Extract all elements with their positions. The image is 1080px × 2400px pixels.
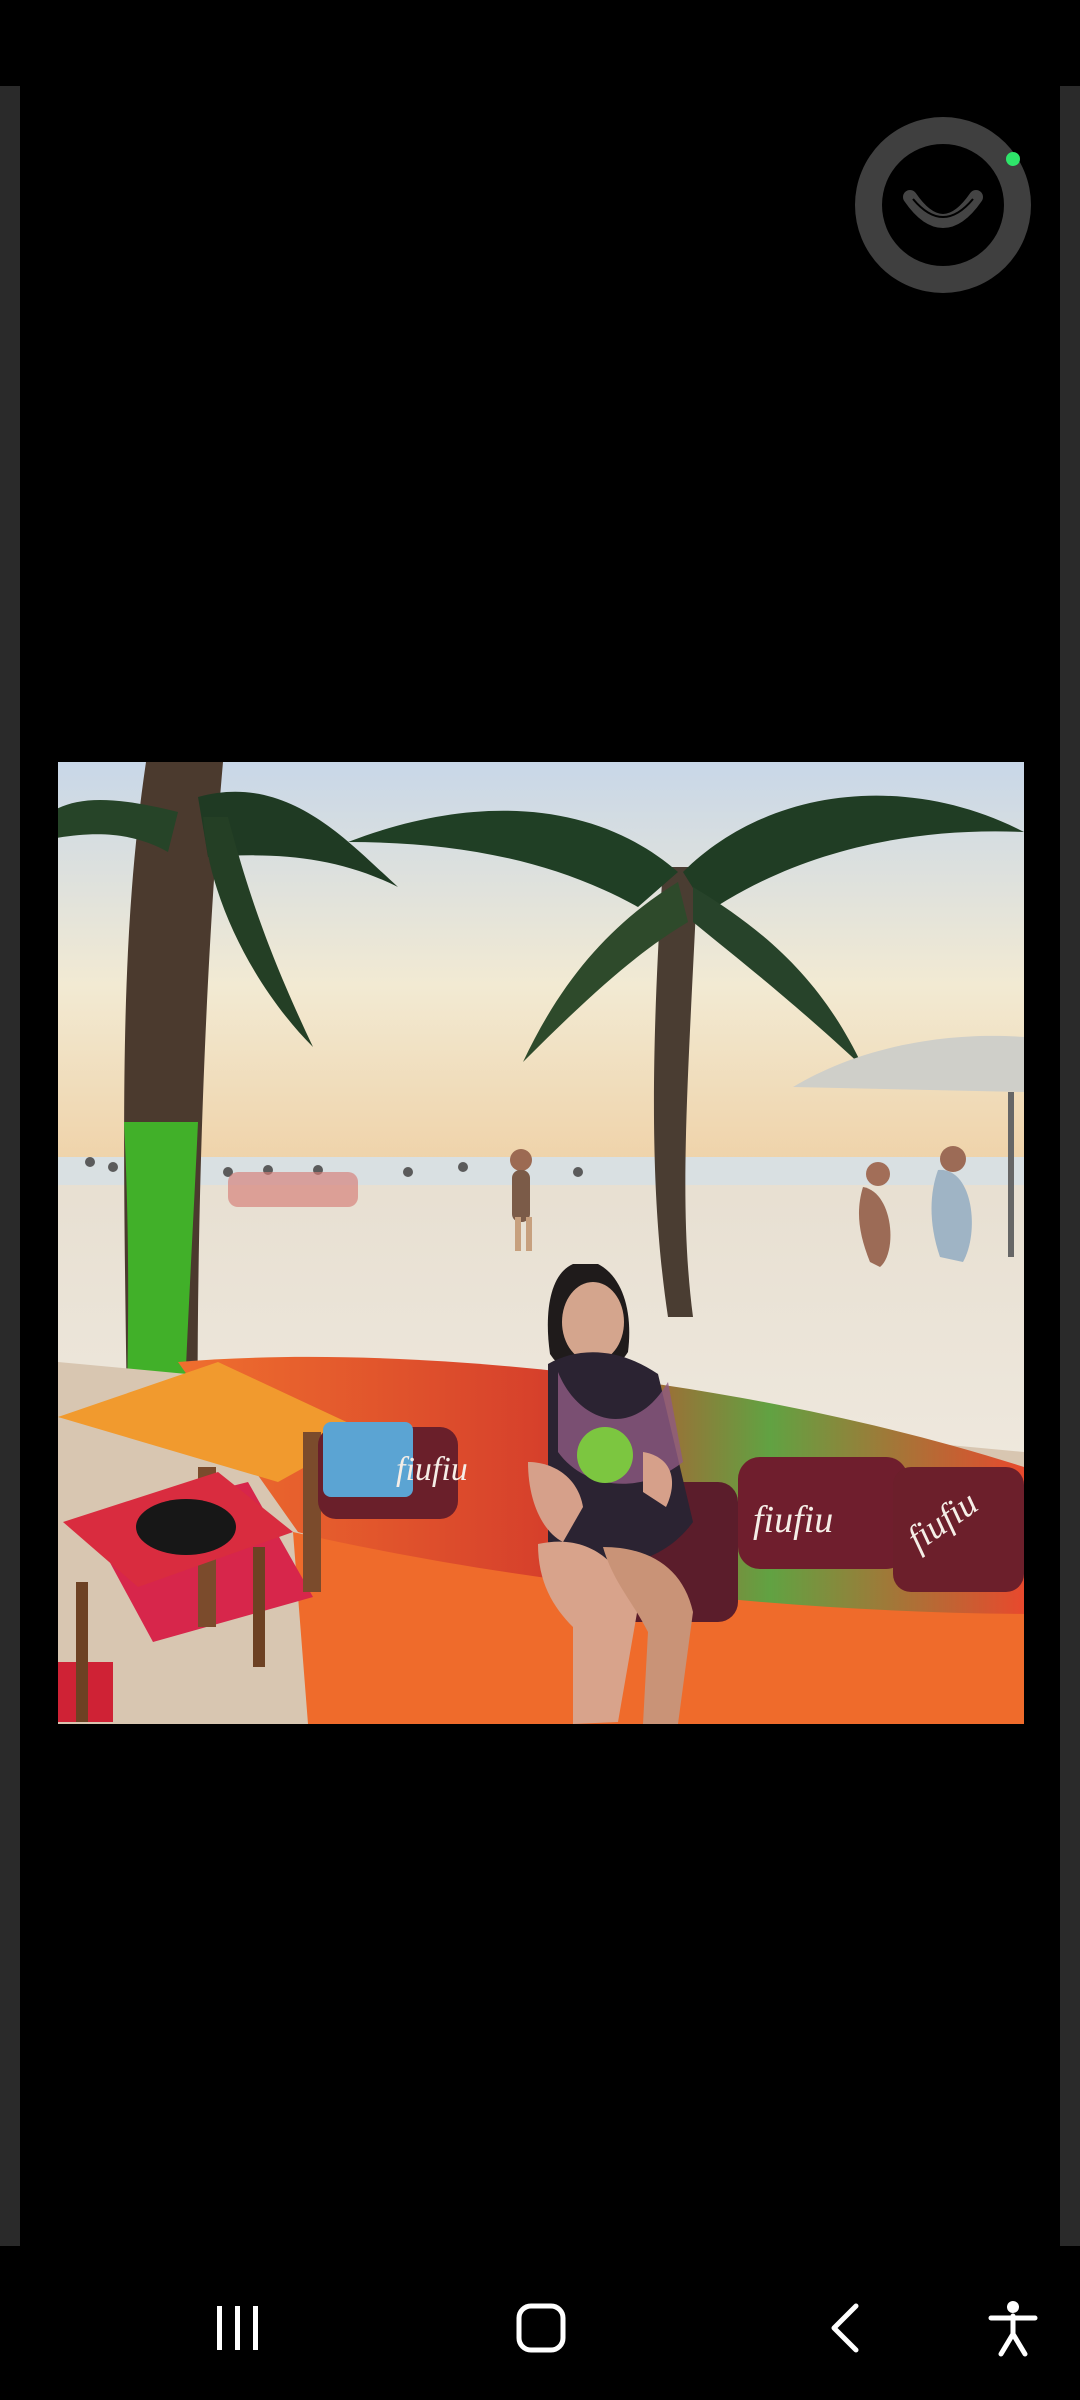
recent-apps-button[interactable] bbox=[198, 2296, 278, 2360]
online-indicator bbox=[1006, 152, 1020, 166]
viewer-right-edge bbox=[1060, 86, 1080, 2246]
image-viewer-screen: fiufiu fiufiu fiufiu bbox=[0, 0, 1080, 2400]
viewer-left-edge bbox=[0, 86, 20, 2246]
home-icon bbox=[516, 2303, 566, 2353]
pillow-text-1: fiufiu bbox=[396, 1451, 468, 1488]
accessibility-button[interactable] bbox=[973, 2296, 1053, 2360]
status-bar-area bbox=[0, 0, 1080, 86]
beach-photo[interactable]: fiufiu fiufiu fiufiu bbox=[58, 762, 1024, 1724]
home-button[interactable] bbox=[501, 2296, 581, 2360]
back-icon bbox=[831, 2303, 859, 2353]
beach-photo-illustration: fiufiu fiufiu fiufiu bbox=[58, 762, 1024, 1724]
back-button[interactable] bbox=[806, 2296, 886, 2360]
recent-apps-icon bbox=[217, 2306, 258, 2350]
smile-face-icon bbox=[882, 144, 1004, 266]
pillow-text-2: fiufiu bbox=[753, 1499, 833, 1541]
smile-face-button[interactable] bbox=[855, 117, 1031, 293]
accessibility-icon bbox=[988, 2301, 1038, 2357]
